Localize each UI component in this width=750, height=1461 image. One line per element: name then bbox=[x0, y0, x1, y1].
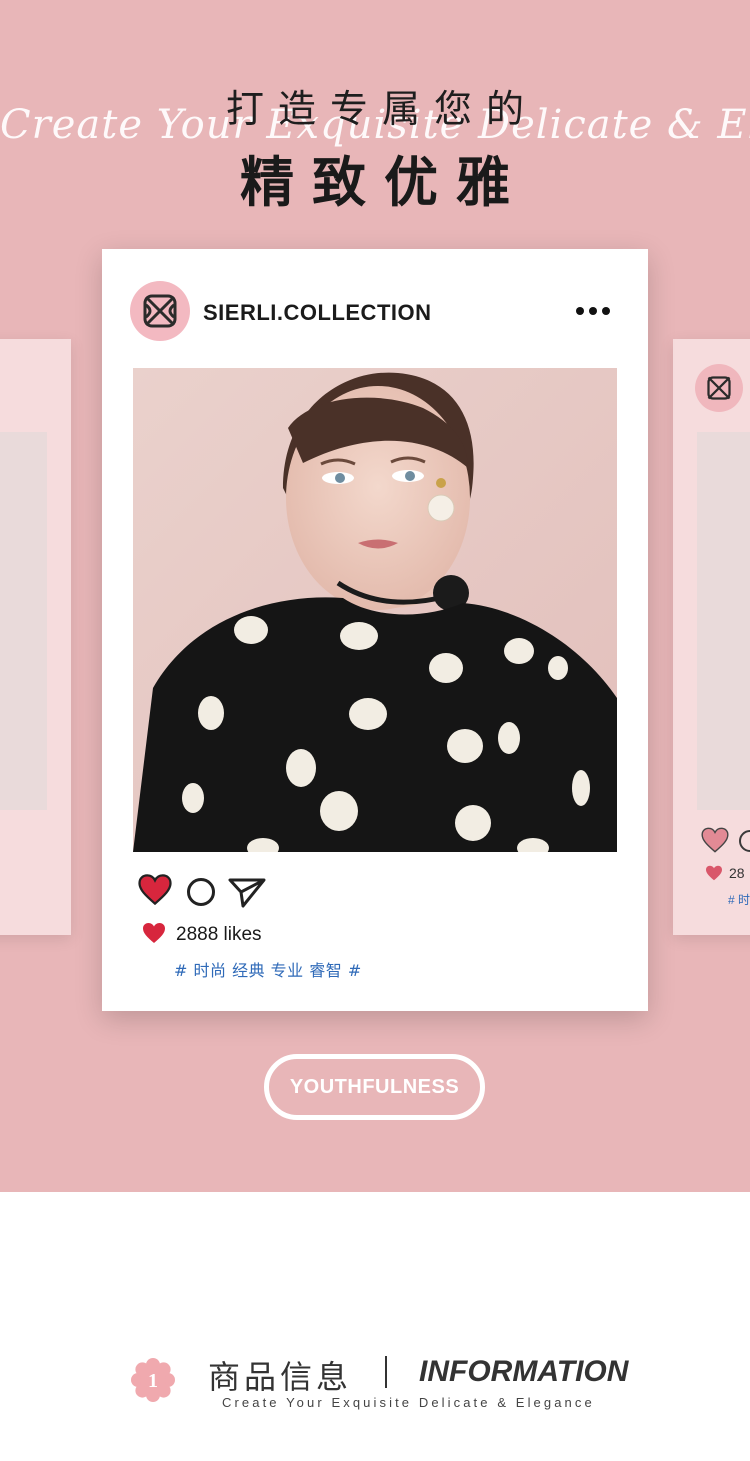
youthfulness-badge[interactable]: YOUTHFULNESS bbox=[264, 1054, 485, 1120]
headline-line-2: 精致优雅 bbox=[240, 151, 528, 214]
headline-line-1: 打造专属您的 bbox=[225, 87, 538, 131]
section-divider bbox=[385, 1356, 387, 1388]
likes-count[interactable]: 2888 likes bbox=[176, 924, 262, 946]
side-card-likes-text: 28 bbox=[729, 865, 745, 881]
brand-logo-icon bbox=[143, 294, 177, 328]
side-card-right-photo bbox=[697, 432, 750, 810]
section-title-cn: 商品信息 bbox=[208, 1358, 353, 1396]
brand-logo-icon bbox=[707, 376, 731, 400]
hashtags[interactable]: # 时尚 经典 专业 睿智 # bbox=[174, 957, 362, 981]
avatar[interactable] bbox=[130, 281, 190, 341]
section-title-en: INFORMATION bbox=[419, 1355, 629, 1388]
heart-icon[interactable] bbox=[138, 874, 172, 905]
side-card-left[interactable] bbox=[0, 339, 71, 935]
post-photo bbox=[133, 368, 617, 852]
badge-label: YOUTHFULNESS bbox=[289, 1075, 460, 1098]
side-card-likes: 28 bbox=[705, 865, 745, 881]
side-card-avatar bbox=[695, 364, 743, 412]
post-card: SIERLI.COLLECTION 2888 likes # 时尚 经典 专业 … bbox=[102, 249, 648, 1011]
hero-section: Create Your Exquisite Delicate & Eleganc… bbox=[0, 0, 750, 1192]
number-flower-icon: 1 bbox=[131, 1358, 175, 1402]
share-icon[interactable] bbox=[227, 876, 267, 908]
side-card-left-photo bbox=[0, 432, 47, 810]
heart-icon[interactable] bbox=[701, 827, 729, 853]
heart-icon bbox=[143, 923, 165, 943]
side-card-tags: # 时 bbox=[728, 893, 750, 907]
comment-icon[interactable] bbox=[739, 830, 750, 852]
side-card-right[interactable]: 28 # 时 bbox=[673, 339, 750, 935]
section-subtitle: Create Your Exquisite Delicate & Eleganc… bbox=[222, 1395, 595, 1410]
account-name[interactable]: SIERLI.COLLECTION bbox=[203, 300, 432, 326]
section-number: 1 bbox=[148, 1370, 158, 1392]
more-dots-icon[interactable] bbox=[576, 301, 616, 321]
comment-icon[interactable] bbox=[187, 878, 215, 906]
heart-icon bbox=[706, 865, 722, 881]
